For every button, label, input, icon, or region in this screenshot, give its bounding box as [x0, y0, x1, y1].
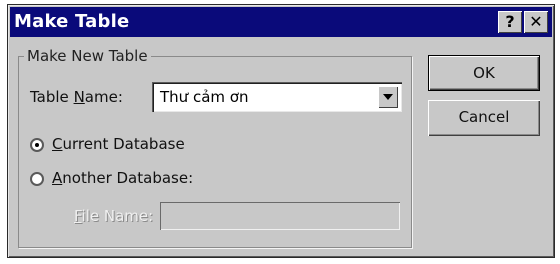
- help-button[interactable]: ?: [498, 11, 522, 33]
- another-database-label[interactable]: Another Database:: [52, 169, 193, 187]
- table-name-label-part2: ame:: [84, 88, 123, 106]
- current-database-radio[interactable]: [30, 138, 44, 152]
- another-database-access-key: A: [52, 169, 63, 187]
- file-name-text: ile Name:: [81, 207, 154, 225]
- table-name-combo[interactable]: Thư cảm ơn: [152, 82, 402, 112]
- table-name-access-key: N: [73, 88, 85, 106]
- cancel-button[interactable]: Cancel: [428, 100, 540, 136]
- table-name-value[interactable]: Thư cảm ơn: [160, 88, 248, 106]
- current-database-access-key: C: [52, 135, 63, 153]
- file-name-access-key: F: [74, 207, 82, 225]
- table-name-label-part1: Table: [30, 88, 74, 106]
- file-name-label: File Name:: [74, 207, 153, 225]
- chevron-down-icon[interactable]: [378, 86, 398, 108]
- dialog-title: Make Table: [14, 11, 130, 32]
- title-bar[interactable]: Make Table ? ✕: [10, 7, 552, 37]
- current-database-label[interactable]: Current Database: [52, 135, 185, 153]
- file-name-field: [160, 202, 400, 230]
- current-database-text: urrent Database: [62, 135, 185, 153]
- close-button[interactable]: ✕: [524, 11, 548, 33]
- ok-button[interactable]: OK: [428, 55, 540, 91]
- table-name-label: Table Name:: [30, 88, 123, 106]
- another-database-text: nother Database:: [62, 169, 194, 187]
- another-database-radio[interactable]: [30, 172, 44, 186]
- group-label: Make New Table: [24, 47, 151, 65]
